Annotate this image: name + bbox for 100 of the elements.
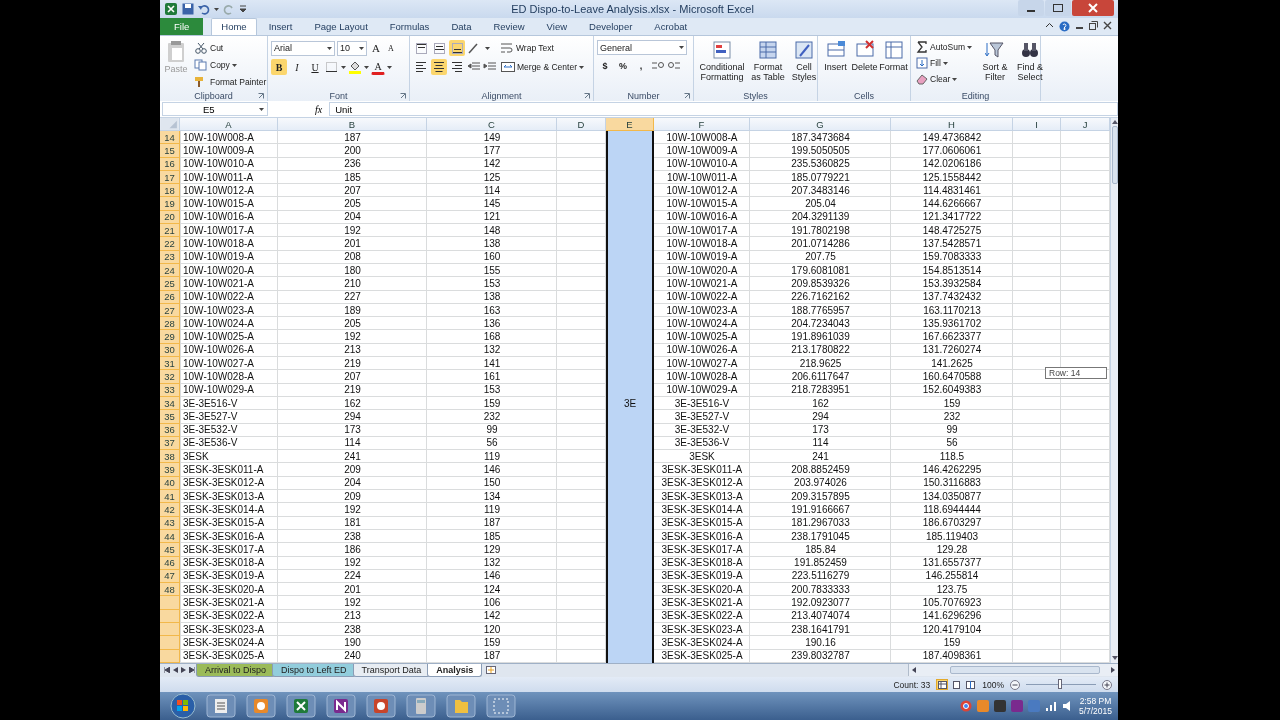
number-format-button[interactable]: , <box>633 58 649 74</box>
ribbon-tab[interactable]: View <box>536 18 578 35</box>
last-sheet-icon[interactable] <box>189 667 195 673</box>
row-header[interactable]: 22 <box>160 237 180 251</box>
column-header[interactable]: C <box>427 118 557 131</box>
ribbon-tab[interactable]: Home <box>211 18 257 35</box>
sort-filter-button[interactable]: Sort & Filter <box>976 38 1013 84</box>
zoom-slider-thumb[interactable] <box>1058 679 1062 689</box>
italic-button[interactable]: I <box>289 59 305 75</box>
ribbon-tab[interactable]: Data <box>441 18 482 35</box>
sheet-tab[interactable]: Analysis <box>427 664 483 677</box>
row-header[interactable]: 19 <box>160 197 180 211</box>
format-painter-button[interactable]: Format Painter <box>192 74 269 90</box>
ribbon-tab[interactable]: Insert <box>258 18 303 35</box>
styles-button[interactable]: Conditional Formatting <box>697 38 747 84</box>
row-header[interactable]: 14 <box>160 131 180 145</box>
merge-center-button[interactable]: Merge & Center <box>499 59 586 75</box>
ribbon-tab[interactable]: Developer <box>579 18 643 35</box>
font-name-field[interactable]: Arial <box>271 40 335 56</box>
row-header[interactable]: 21 <box>160 224 180 238</box>
scroll-thumb[interactable] <box>1111 126 1118 184</box>
row-header[interactable]: 31 <box>160 357 180 371</box>
restore-icon[interactable] <box>1089 21 1098 30</box>
network-icon[interactable] <box>1044 700 1057 712</box>
dialog-launcher-icon[interactable] <box>258 93 264 99</box>
clear-button[interactable]: Clear <box>914 71 974 87</box>
cut-button[interactable]: Cut <box>192 40 269 56</box>
row-header[interactable]: 29 <box>160 330 180 344</box>
app-icon[interactable] <box>366 694 396 718</box>
font-size-field[interactable]: 10 <box>337 40 367 56</box>
number-format-field[interactable]: General <box>597 40 687 55</box>
first-sheet-icon[interactable] <box>164 667 170 673</box>
app-icon[interactable] <box>286 694 316 718</box>
find-select-button[interactable]: Find & Select <box>1012 38 1047 84</box>
bold-button[interactable]: B <box>271 59 287 75</box>
next-sheet-icon[interactable] <box>181 667 186 673</box>
maximize-icon[interactable] <box>1045 0 1071 16</box>
decrease-indent-icon[interactable] <box>467 61 481 73</box>
align-button[interactable] <box>413 59 429 75</box>
cells-button[interactable]: Format <box>879 38 908 74</box>
column-header[interactable]: I <box>1013 118 1061 131</box>
scroll-down-icon[interactable] <box>1111 656 1118 660</box>
zoom-in-icon[interactable] <box>1102 679 1112 690</box>
column-header[interactable]: H <box>891 118 1013 131</box>
autosum-button[interactable]: AutoSum <box>914 39 974 55</box>
align-button[interactable] <box>431 59 447 75</box>
align-button[interactable] <box>449 40 465 56</box>
help-icon[interactable] <box>1059 21 1070 32</box>
align-button[interactable] <box>413 40 429 56</box>
sheet-tab[interactable]: Dispo to Left ED <box>272 664 356 677</box>
ribbon-tab[interactable]: Formulas <box>379 18 440 35</box>
minimize-icon[interactable] <box>1018 0 1044 16</box>
name-box[interactable]: E5 <box>162 102 268 116</box>
dialog-launcher-icon[interactable] <box>584 93 590 99</box>
fill-button[interactable]: Fill <box>914 55 974 71</box>
row-header[interactable]: 48 <box>160 583 180 597</box>
file-tab[interactable]: File <box>160 18 204 35</box>
previous-sheet-icon[interactable] <box>173 667 178 673</box>
close-icon[interactable] <box>1103 21 1112 30</box>
app-icon[interactable] <box>246 694 276 718</box>
styles-button[interactable]: Format as Table <box>747 38 789 84</box>
insert-function-button[interactable]: fx <box>312 103 326 115</box>
fill-color-icon[interactable] <box>348 60 362 74</box>
align-button[interactable] <box>431 40 447 56</box>
scroll-up-icon[interactable] <box>1111 120 1118 124</box>
customize-icon[interactable] <box>239 4 247 14</box>
row-header[interactable]: 35 <box>160 410 180 424</box>
wrap-text-button[interactable]: Wrap Text <box>498 40 556 56</box>
column-header[interactable]: B <box>278 118 427 131</box>
column-header[interactable]: G <box>750 118 891 131</box>
tray-app-icon[interactable] <box>993 700 1006 712</box>
underline-button[interactable]: U <box>307 59 323 75</box>
ribbon-tab[interactable]: Acrobat <box>644 18 698 35</box>
font-color-button[interactable]: A <box>371 59 385 75</box>
chrome-icon[interactable] <box>959 700 972 712</box>
row-header[interactable]: 38 <box>160 450 180 464</box>
styles-button[interactable]: Cell Styles <box>789 38 819 84</box>
cells-button[interactable]: Insert <box>821 38 850 74</box>
scroll-left-icon[interactable] <box>912 667 916 673</box>
view-button[interactable] <box>964 679 977 690</box>
shrink-font-button[interactable]: A <box>385 40 397 56</box>
view-button[interactable] <box>936 679 949 690</box>
app-icon[interactable] <box>326 694 356 718</box>
row-header[interactable]: 15 <box>160 144 180 158</box>
row-header[interactable]: 18 <box>160 184 180 198</box>
ribbon-tab[interactable]: Review <box>483 18 535 35</box>
grow-font-button[interactable]: A <box>369 40 383 56</box>
zoom-out-icon[interactable] <box>1010 679 1020 690</box>
number-format-button[interactable]: % <box>615 58 631 74</box>
ribbon-tab[interactable]: Page Layout <box>304 18 378 35</box>
column-header[interactable]: F <box>654 118 750 131</box>
align-button[interactable] <box>449 59 465 75</box>
copy-button[interactable]: Copy <box>192 57 269 73</box>
start-icon[interactable] <box>170 693 196 719</box>
zoom-level[interactable]: 100% <box>982 679 1004 690</box>
cells-button[interactable]: Delete <box>850 38 879 74</box>
collapse-ribbon-icon[interactable] <box>1045 21 1054 30</box>
row-header[interactable]: 41 <box>160 490 180 504</box>
row-header[interactable]: 28 <box>160 317 180 331</box>
decrease-decimal-icon[interactable] <box>667 60 681 72</box>
